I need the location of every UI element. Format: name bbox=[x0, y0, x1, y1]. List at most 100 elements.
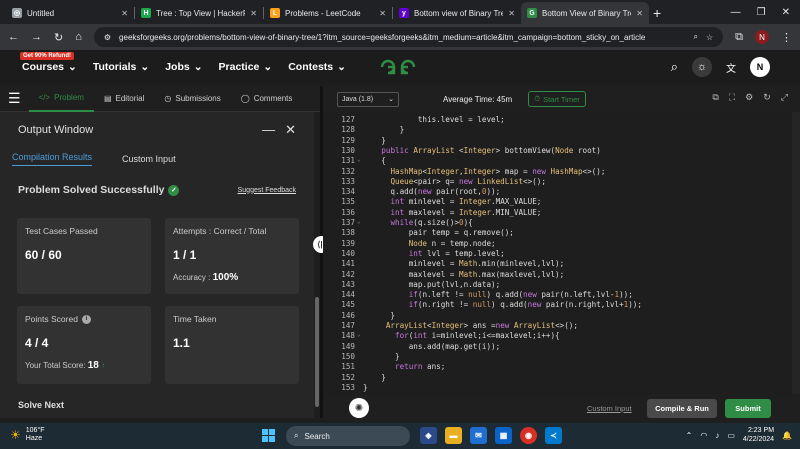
info-icon[interactable]: i bbox=[81, 314, 91, 324]
line-number: 130 bbox=[341, 145, 355, 155]
attempts-value: 1 / 1 bbox=[173, 248, 197, 262]
profile-avatar[interactable]: N bbox=[755, 30, 769, 44]
total-score-row: Your Total Score: 18 ↑ bbox=[25, 360, 143, 371]
wifi-icon[interactable]: ◠ bbox=[700, 431, 707, 440]
tab-compilation-results[interactable]: Compilation Results bbox=[12, 152, 93, 166]
browser-tab[interactable]: y Bottom view of Binary Tree ✕ bbox=[393, 2, 521, 24]
fold-icon[interactable]: ⌄ bbox=[357, 156, 361, 163]
copilot-icon[interactable]: ◈ bbox=[420, 427, 437, 444]
clock[interactable]: 2:23 PM 4/22/2024 bbox=[743, 426, 774, 444]
nav-courses[interactable]: Get 90% Refund! Courses ⌄ bbox=[20, 52, 77, 73]
taskbar-search[interactable]: ⌕ Search bbox=[286, 426, 410, 446]
weather-widget[interactable]: ☀ 106°F Haze bbox=[10, 427, 45, 443]
copy-icon[interactable]: ⧉ bbox=[712, 92, 718, 103]
close-window-icon[interactable]: ✕ bbox=[782, 7, 790, 18]
line-number: 133 bbox=[341, 176, 355, 186]
gfg-navbar: Get 90% Refund! Courses ⌄ Tutorials ⌄ Jobs… bbox=[0, 50, 800, 84]
code-text: Queue<pair> q= new LinkedList<>(); bbox=[390, 176, 546, 186]
language-select[interactable]: Java (1.8) ⌄ bbox=[337, 91, 399, 107]
extensions-icon[interactable]: ⧉ bbox=[735, 31, 743, 44]
compile-run-button[interactable]: Compile & Run bbox=[647, 399, 717, 418]
code-line: 139 Node n = temp.node; bbox=[323, 239, 800, 249]
fold-icon[interactable]: ⌄ bbox=[357, 331, 361, 338]
lightbulb-icon[interactable]: ✺ bbox=[349, 398, 369, 418]
new-tab-icon[interactable]: + bbox=[653, 5, 661, 21]
expand-icon[interactable]: ⤢ bbox=[781, 92, 788, 103]
history-icon: ◷ bbox=[164, 94, 172, 103]
reload-icon[interactable]: ↻ bbox=[54, 31, 63, 44]
user-avatar[interactable]: N bbox=[750, 57, 770, 77]
vscode-icon[interactable]: ≺ bbox=[545, 427, 562, 444]
search-icon[interactable]: ⌕ bbox=[671, 59, 678, 75]
code-line: 153} bbox=[323, 383, 800, 393]
notification-bell-icon[interactable]: 🔔 bbox=[782, 431, 792, 440]
close-tab-icon[interactable]: ✕ bbox=[379, 9, 386, 18]
home-icon[interactable]: ⌂ bbox=[75, 31, 82, 43]
gfg-logo[interactable] bbox=[380, 58, 416, 81]
code-line: 152 } bbox=[323, 373, 800, 383]
fullscreen-icon[interactable]: ⛶ bbox=[729, 92, 735, 103]
chevron-up-icon[interactable]: ⌃ bbox=[686, 431, 693, 440]
line-number: 136 bbox=[341, 207, 355, 217]
timer-label: Start Timer bbox=[543, 94, 580, 104]
tab-comments[interactable]: ◯ Comments bbox=[231, 86, 303, 112]
browser-tab[interactable]: L Problems - LeetCode ✕ bbox=[264, 2, 392, 24]
scrollbar-thumb[interactable] bbox=[315, 297, 319, 407]
tab-submissions[interactable]: ◷ Submissions bbox=[154, 86, 230, 112]
browser-tab[interactable]: G Bottom View of Binary Tree ✕ bbox=[521, 2, 649, 24]
translate-icon[interactable]: 文 bbox=[726, 60, 736, 75]
code-line: 148 ⌄ for(int i=minlevel;i<=maxlevel;i++)… bbox=[323, 331, 800, 341]
close-tab-icon[interactable]: ✕ bbox=[121, 9, 128, 18]
battery-icon[interactable]: ▭ bbox=[727, 431, 735, 440]
bookmark-star-icon[interactable]: ☆ bbox=[706, 33, 713, 42]
close-panel-icon[interactable]: ✕ bbox=[285, 122, 296, 138]
store-icon[interactable]: ▦ bbox=[495, 427, 512, 444]
start-timer-button[interactable]: ⏱ Start Timer bbox=[528, 91, 586, 107]
suggest-feedback-link[interactable]: Suggest Feedback bbox=[238, 187, 296, 194]
hamburger-menu-icon[interactable]: ☰ bbox=[0, 90, 29, 107]
forward-icon[interactable]: → bbox=[31, 31, 42, 43]
theme-toggle-icon[interactable]: ☼ bbox=[692, 57, 712, 77]
minimize-panel-icon[interactable]: — bbox=[262, 122, 275, 138]
nav-tutorials[interactable]: Tutorials ⌄ bbox=[93, 61, 149, 73]
close-tab-icon[interactable]: ✕ bbox=[250, 9, 257, 18]
gfg-logo-icon bbox=[380, 59, 416, 75]
site-info-icon[interactable]: ⚙ bbox=[104, 33, 111, 42]
custom-input-link[interactable]: Custom Input bbox=[587, 404, 632, 413]
line-number: 139 bbox=[341, 238, 355, 248]
reset-icon[interactable]: ↻ bbox=[763, 92, 771, 103]
hackerrank-icon: H bbox=[141, 8, 151, 18]
tab-problem[interactable]: </> Problem bbox=[28, 86, 94, 112]
nav-label: Contests bbox=[288, 61, 334, 73]
chevron-down-icon: ⌄ bbox=[193, 61, 203, 73]
taskbar-apps: ◈ ▬ ✉ ▦ ◉ ≺ bbox=[420, 427, 562, 444]
code-text: ArrayList<Integer> ans =new ArrayList<>(… bbox=[385, 321, 578, 330]
code-text: public ArrayList <Integer> bottomView(No… bbox=[381, 145, 601, 155]
restore-icon[interactable]: ❐ bbox=[757, 7, 766, 18]
browser-tab[interactable]: H Tree : Top View | HackerRank ✕ bbox=[135, 2, 263, 24]
nav-jobs[interactable]: Jobs ⌄ bbox=[165, 61, 202, 73]
chrome-icon[interactable]: ◉ bbox=[520, 427, 537, 444]
mail-icon[interactable]: ✉ bbox=[470, 427, 487, 444]
line-number: 128 bbox=[341, 125, 355, 135]
nav-practice[interactable]: Practice ⌄ bbox=[219, 61, 273, 73]
nav-contests[interactable]: Contests ⌄ bbox=[288, 61, 346, 73]
settings-icon[interactable]: ⚙ bbox=[745, 92, 753, 103]
code-icon: </> bbox=[38, 93, 51, 102]
zoom-search-icon[interactable]: ⌕ bbox=[693, 32, 697, 42]
minimize-icon[interactable]: — bbox=[731, 7, 741, 18]
browser-tab[interactable]: ◎ Untitled ✕ bbox=[6, 2, 134, 24]
code-editor[interactable]: 127 this.level = level; 128 } 129 } 130 pub… bbox=[323, 112, 800, 394]
url-input[interactable]: ⚙ geeksforgeeks.org/problems/bottom-view… bbox=[93, 27, 724, 47]
menu-kebab-icon[interactable]: ⋮ bbox=[781, 31, 792, 44]
file-explorer-icon[interactable]: ▬ bbox=[445, 427, 462, 444]
windows-start-icon[interactable] bbox=[262, 429, 275, 442]
close-tab-icon[interactable]: ✕ bbox=[508, 9, 515, 18]
tab-custom-input[interactable]: Custom Input bbox=[122, 154, 176, 164]
back-icon[interactable]: ← bbox=[8, 31, 19, 43]
close-tab-icon[interactable]: ✕ bbox=[636, 9, 643, 18]
volume-icon[interactable]: ♪ bbox=[715, 431, 719, 440]
submit-button[interactable]: Submit bbox=[725, 399, 771, 418]
fold-icon[interactable]: ⌄ bbox=[357, 218, 361, 225]
tab-editorial[interactable]: ▤ Editorial bbox=[94, 86, 154, 112]
